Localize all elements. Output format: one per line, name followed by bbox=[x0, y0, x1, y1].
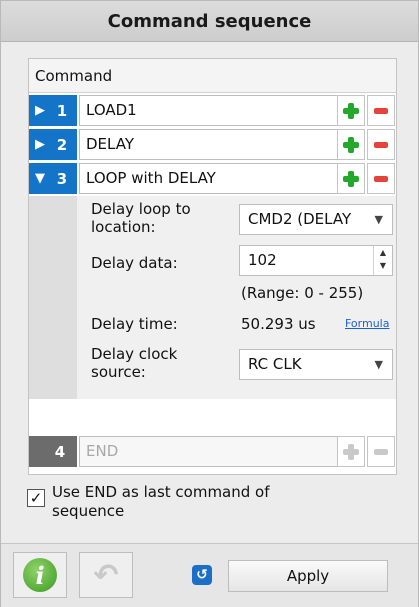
expand-arrow-icon[interactable]: ▶ bbox=[35, 137, 53, 152]
delay-data-input[interactable]: 102 ▲ ▼ bbox=[239, 245, 393, 276]
revert-icon[interactable]: ↺ bbox=[192, 565, 212, 585]
command-select-2[interactable]: DELAY ▼ bbox=[79, 129, 358, 160]
command-select-1[interactable]: LOAD1 ▼ bbox=[79, 95, 358, 126]
panel-title: Command sequence bbox=[1, 1, 418, 42]
plus-icon bbox=[343, 136, 359, 153]
use-end-checkbox[interactable]: ✓ bbox=[27, 489, 45, 507]
command-index-1[interactable]: ▶ 1 bbox=[29, 95, 77, 126]
clock-source-select[interactable]: RC CLK ▼ bbox=[239, 349, 393, 380]
remove-command-button[interactable] bbox=[367, 163, 395, 194]
command-row-1: ▶ 1 LOAD1 ▼ bbox=[29, 94, 396, 128]
command-row-4: 4 END ▼ bbox=[29, 435, 396, 469]
undo-icon: ↶ bbox=[93, 557, 119, 593]
remove-command-button[interactable] bbox=[367, 129, 395, 160]
add-command-button[interactable] bbox=[337, 129, 365, 160]
command-index-3[interactable]: ▼ 3 bbox=[29, 163, 77, 194]
delay-loop-select[interactable]: CMD2 (DELAY ▼ bbox=[239, 204, 393, 235]
delay-loop-label: Delay loop to location: bbox=[91, 200, 191, 236]
plus-icon bbox=[343, 443, 359, 460]
command-3-details: Delay loop to location: CMD2 (DELAY ▼ De… bbox=[29, 196, 396, 399]
delay-time-value: 50.293 us bbox=[241, 315, 316, 333]
details-gutter bbox=[29, 196, 77, 399]
command-sequence-panel: Command sequence Command ▶ 1 LOAD1 ▼ ▶ 2… bbox=[0, 0, 419, 607]
minus-icon bbox=[374, 141, 388, 148]
range-text: (Range: 0 - 255) bbox=[241, 284, 364, 302]
remove-command-button-disabled bbox=[367, 436, 395, 467]
add-command-button[interactable] bbox=[337, 95, 365, 126]
expand-arrow-icon[interactable]: ▶ bbox=[35, 103, 53, 118]
minus-icon bbox=[374, 175, 388, 182]
clock-source-label: Delay clock source: bbox=[91, 345, 178, 381]
delay-time-label: Delay time: bbox=[91, 315, 178, 333]
plus-icon bbox=[343, 102, 359, 119]
add-command-button-disabled bbox=[337, 436, 365, 467]
apply-button[interactable]: Apply bbox=[228, 560, 388, 592]
chevron-down-icon: ▼ bbox=[374, 358, 383, 371]
minus-icon bbox=[374, 107, 388, 114]
info-icon: i bbox=[23, 558, 57, 592]
command-list: Command ▶ 1 LOAD1 ▼ ▶ 2 DELAY ▼ bbox=[28, 58, 397, 475]
chevron-down-icon: ▼ bbox=[374, 213, 383, 226]
formula-link[interactable]: Formula bbox=[345, 317, 389, 330]
delay-data-label: Delay data: bbox=[91, 254, 178, 272]
undo-button[interactable]: ↶ bbox=[79, 552, 133, 598]
command-row-2: ▶ 2 DELAY ▼ bbox=[29, 128, 396, 162]
details-body: Delay loop to location: CMD2 (DELAY ▼ De… bbox=[77, 196, 396, 399]
remove-command-button[interactable] bbox=[367, 95, 395, 126]
use-end-label: Use END as last command of sequence bbox=[52, 483, 270, 520]
info-button[interactable]: i bbox=[13, 552, 67, 598]
collapse-arrow-icon[interactable]: ▼ bbox=[35, 171, 53, 186]
command-select-3[interactable]: LOOP with DELAY ▼ bbox=[79, 163, 358, 194]
command-column-header: Command bbox=[29, 59, 396, 93]
minus-icon bbox=[374, 448, 388, 455]
command-index-4: 4 bbox=[29, 436, 77, 467]
plus-icon bbox=[343, 170, 359, 187]
command-row-3: ▼ 3 LOOP with DELAY ▼ bbox=[29, 162, 396, 196]
command-select-4: END ▼ bbox=[79, 436, 358, 467]
bottom-toolbar: i ↶ ↺ Apply bbox=[1, 543, 418, 607]
command-index-2[interactable]: ▶ 2 bbox=[29, 129, 77, 160]
spinner-arrows-icon[interactable]: ▲ ▼ bbox=[373, 246, 392, 275]
add-command-button[interactable] bbox=[337, 163, 365, 194]
